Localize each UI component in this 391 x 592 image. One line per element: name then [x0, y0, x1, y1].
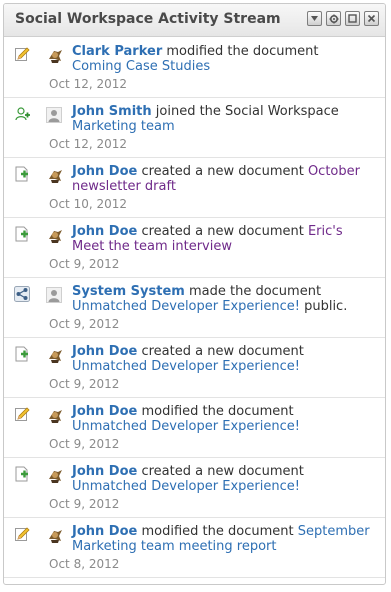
activity-entry: John Doe created a new document Unmatche… — [4, 337, 385, 398]
widget-title: Social Workspace Activity Stream — [15, 11, 281, 27]
share-icon — [14, 286, 30, 302]
activity-action: made the document — [184, 284, 322, 299]
user-link[interactable]: John Doe — [72, 344, 137, 359]
activity-entry: Clark Parker modified the document Comin… — [4, 37, 385, 98]
activity-entry: John Doe created a new document Eric's M… — [4, 217, 385, 278]
user-link[interactable]: John Doe — [72, 524, 137, 539]
activity-entry: John Smith joined the Social Workspace M… — [4, 97, 385, 158]
activity-action: created a new document — [137, 224, 308, 239]
user-link[interactable]: John Doe — [72, 224, 137, 239]
activity-entry: System System made the document Unmatche… — [4, 277, 385, 338]
avatar[interactable] — [46, 407, 64, 423]
activity-date: Oct 9, 2012 — [49, 437, 120, 451]
avatar[interactable] — [46, 347, 64, 363]
pencil-icon — [14, 406, 30, 422]
activity-date: Oct 8, 2012 — [49, 557, 120, 571]
activity-stream-widget: Social Workspace Activity Stream Clark P… — [3, 3, 386, 585]
activity-date: Oct 9, 2012 — [49, 377, 120, 391]
new-document-icon — [14, 346, 30, 362]
activity-date: Oct 9, 2012 — [49, 257, 120, 271]
avatar[interactable] — [46, 287, 64, 303]
activity-action: created a new document — [137, 344, 304, 359]
avatar[interactable] — [46, 47, 64, 63]
widget-header: Social Workspace Activity Stream — [4, 4, 385, 37]
document-link[interactable]: Unmatched Developer Experience! — [72, 479, 300, 494]
activity-action: modified the document — [137, 404, 294, 419]
gear-icon[interactable] — [326, 11, 341, 26]
activity-date: Oct 12, 2012 — [49, 137, 127, 151]
activity-text: John Doe modified the document September… — [72, 524, 372, 554]
activity-list: Clark Parker modified the document Comin… — [4, 37, 385, 584]
document-link[interactable]: Unmatched Developer Experience! — [72, 359, 300, 374]
activity-entry: John Doe modified the document September… — [4, 517, 385, 578]
maximize-icon[interactable] — [345, 11, 360, 26]
activity-date: Oct 9, 2012 — [49, 497, 120, 511]
add-user-icon — [14, 106, 30, 122]
widget-controls — [307, 11, 379, 26]
document-link[interactable]: Coming Case Studies — [72, 59, 210, 74]
user-link[interactable]: John Doe — [72, 404, 137, 419]
menu-icon[interactable] — [307, 11, 322, 26]
activity-date: Oct 9, 2012 — [49, 317, 120, 331]
activity-date: Oct 12, 2012 — [49, 77, 127, 91]
activity-text: John Doe created a new document Unmatche… — [72, 464, 372, 494]
pencil-icon — [14, 46, 30, 62]
activity-text: John Doe created a new document October … — [72, 164, 372, 194]
avatar[interactable] — [46, 527, 64, 543]
activity-action: modified the document — [137, 524, 298, 539]
activity-text: John Doe created a new document Eric's M… — [72, 224, 372, 254]
document-link[interactable]: Unmatched Developer Experience! — [72, 299, 300, 314]
workspace-link[interactable]: Marketing team — [72, 119, 175, 134]
close-icon[interactable] — [364, 11, 379, 26]
new-document-icon — [14, 466, 30, 482]
user-link[interactable]: John Doe — [72, 464, 137, 479]
user-link[interactable]: Clark Parker — [72, 44, 162, 59]
activity-action: modified the document — [162, 44, 319, 59]
avatar[interactable] — [46, 107, 64, 123]
activity-entry: John Doe created a new document October … — [4, 157, 385, 218]
new-document-icon — [14, 166, 30, 182]
activity-action: created a new document — [137, 164, 308, 179]
activity-entry: John Doe modified the document Unmatched… — [4, 397, 385, 458]
avatar[interactable] — [46, 467, 64, 483]
activity-date: Oct 10, 2012 — [49, 197, 127, 211]
user-link[interactable]: John Smith — [72, 104, 152, 119]
user-link[interactable]: System System — [72, 284, 185, 299]
avatar[interactable] — [46, 167, 64, 183]
activity-text: System System made the document Unmatche… — [72, 284, 372, 314]
activity-suffix: public. — [299, 299, 348, 314]
activity-text: John Doe created a new document Unmatche… — [72, 344, 372, 374]
activity-text: John Smith joined the Social Workspace M… — [72, 104, 372, 134]
new-document-icon — [14, 226, 30, 242]
activity-text: Clark Parker modified the document Comin… — [72, 44, 372, 74]
document-link[interactable]: Unmatched Developer Experience! — [72, 419, 300, 434]
activity-action: created a new document — [137, 464, 304, 479]
pencil-icon — [14, 526, 30, 542]
activity-text: John Doe modified the document Unmatched… — [72, 404, 372, 434]
activity-entry: John Doe created a new document Unmatche… — [4, 457, 385, 518]
activity-action: joined the Social Workspace — [151, 104, 339, 119]
avatar[interactable] — [46, 227, 64, 243]
user-link[interactable]: John Doe — [72, 164, 137, 179]
